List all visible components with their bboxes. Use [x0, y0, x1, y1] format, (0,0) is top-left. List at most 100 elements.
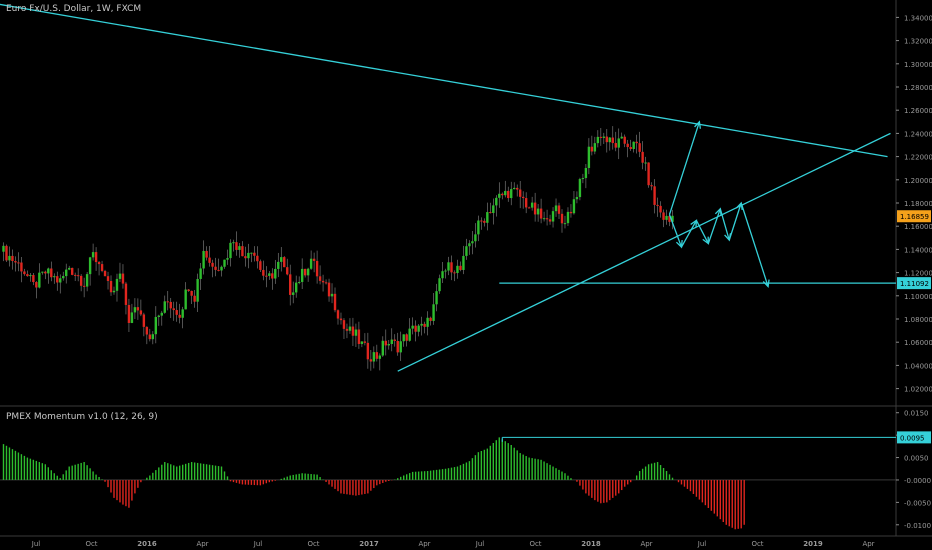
candle[interactable]	[414, 320, 417, 342]
candle[interactable]	[516, 184, 519, 197]
candle[interactable]	[644, 156, 647, 171]
candle[interactable]	[232, 239, 235, 252]
candle[interactable]	[336, 309, 340, 325]
candle[interactable]	[26, 270, 29, 277]
candle[interactable]	[157, 314, 160, 326]
candle[interactable]	[551, 207, 555, 228]
candle[interactable]	[289, 264, 292, 306]
candle[interactable]	[333, 287, 337, 313]
candle[interactable]	[480, 217, 483, 230]
candle[interactable]	[133, 298, 137, 320]
candle[interactable]	[524, 192, 528, 214]
candle[interactable]	[229, 239, 232, 267]
candle[interactable]	[399, 331, 402, 361]
candle[interactable]	[112, 286, 116, 295]
candle[interactable]	[2, 242, 5, 262]
candle[interactable]	[650, 182, 653, 191]
candle[interactable]	[94, 247, 98, 271]
candle[interactable]	[73, 272, 77, 281]
candle[interactable]	[172, 301, 175, 321]
candle[interactable]	[238, 243, 241, 258]
candle[interactable]	[438, 274, 441, 294]
candle[interactable]	[560, 209, 564, 233]
candle[interactable]	[384, 329, 387, 356]
candle[interactable]	[417, 324, 420, 337]
candle[interactable]	[345, 323, 349, 339]
candle[interactable]	[321, 274, 325, 292]
candle[interactable]	[453, 270, 456, 282]
candle[interactable]	[190, 290, 193, 304]
candle[interactable]	[575, 191, 579, 204]
candle[interactable]	[223, 259, 226, 269]
candle[interactable]	[363, 333, 367, 346]
candle[interactable]	[423, 321, 426, 334]
candle[interactable]	[587, 138, 591, 175]
candle[interactable]	[178, 303, 181, 324]
candle[interactable]	[136, 298, 140, 320]
candle[interactable]	[390, 328, 393, 352]
candle[interactable]	[32, 273, 35, 286]
candle[interactable]	[477, 215, 480, 242]
candle[interactable]	[250, 252, 253, 263]
candle[interactable]	[297, 276, 301, 285]
candle[interactable]	[396, 332, 399, 356]
candle[interactable]	[662, 209, 665, 228]
candle[interactable]	[354, 323, 358, 348]
candle[interactable]	[142, 312, 146, 337]
candle[interactable]	[539, 198, 543, 224]
candle[interactable]	[635, 134, 638, 154]
candle[interactable]	[130, 303, 134, 324]
candle[interactable]	[292, 281, 295, 304]
candle[interactable]	[596, 130, 600, 148]
candle[interactable]	[429, 316, 432, 326]
candle[interactable]	[653, 179, 656, 214]
candle[interactable]	[492, 198, 495, 225]
candle[interactable]	[220, 265, 223, 277]
candle[interactable]	[82, 277, 86, 298]
candle[interactable]	[408, 318, 411, 342]
candle[interactable]	[17, 252, 20, 272]
candle[interactable]	[169, 297, 172, 319]
candle[interactable]	[441, 261, 444, 283]
candle[interactable]	[405, 333, 408, 347]
candle[interactable]	[14, 256, 17, 272]
candle[interactable]	[265, 266, 268, 288]
candle[interactable]	[348, 318, 352, 334]
candle[interactable]	[465, 238, 468, 260]
candle[interactable]	[351, 317, 355, 347]
candle[interactable]	[23, 268, 26, 276]
candle[interactable]	[127, 298, 131, 332]
candle[interactable]	[617, 128, 620, 160]
candle[interactable]	[139, 299, 143, 317]
candle[interactable]	[623, 134, 626, 148]
candle[interactable]	[504, 180, 507, 198]
candle[interactable]	[518, 180, 522, 209]
candle[interactable]	[569, 204, 573, 218]
candle[interactable]	[175, 301, 178, 322]
candle[interactable]	[76, 268, 80, 282]
candle[interactable]	[166, 290, 169, 311]
candle[interactable]	[459, 261, 462, 272]
candle[interactable]	[486, 202, 489, 231]
candle[interactable]	[489, 202, 492, 214]
candle[interactable]	[184, 282, 187, 310]
candle[interactable]	[533, 192, 537, 222]
candle[interactable]	[563, 215, 567, 229]
candle[interactable]	[641, 141, 644, 170]
candle[interactable]	[274, 259, 277, 284]
candle[interactable]	[62, 271, 65, 281]
candle[interactable]	[259, 259, 262, 273]
candle[interactable]	[444, 268, 447, 279]
candle[interactable]	[656, 197, 659, 217]
candle[interactable]	[115, 273, 119, 302]
candle[interactable]	[447, 256, 450, 276]
candle[interactable]	[402, 334, 405, 347]
candle[interactable]	[501, 192, 504, 200]
candle[interactable]	[145, 326, 149, 345]
candle[interactable]	[578, 177, 582, 201]
candle[interactable]	[124, 281, 128, 315]
candle[interactable]	[572, 191, 576, 215]
candle[interactable]	[513, 182, 516, 190]
candle[interactable]	[181, 306, 184, 329]
candle[interactable]	[109, 275, 113, 296]
